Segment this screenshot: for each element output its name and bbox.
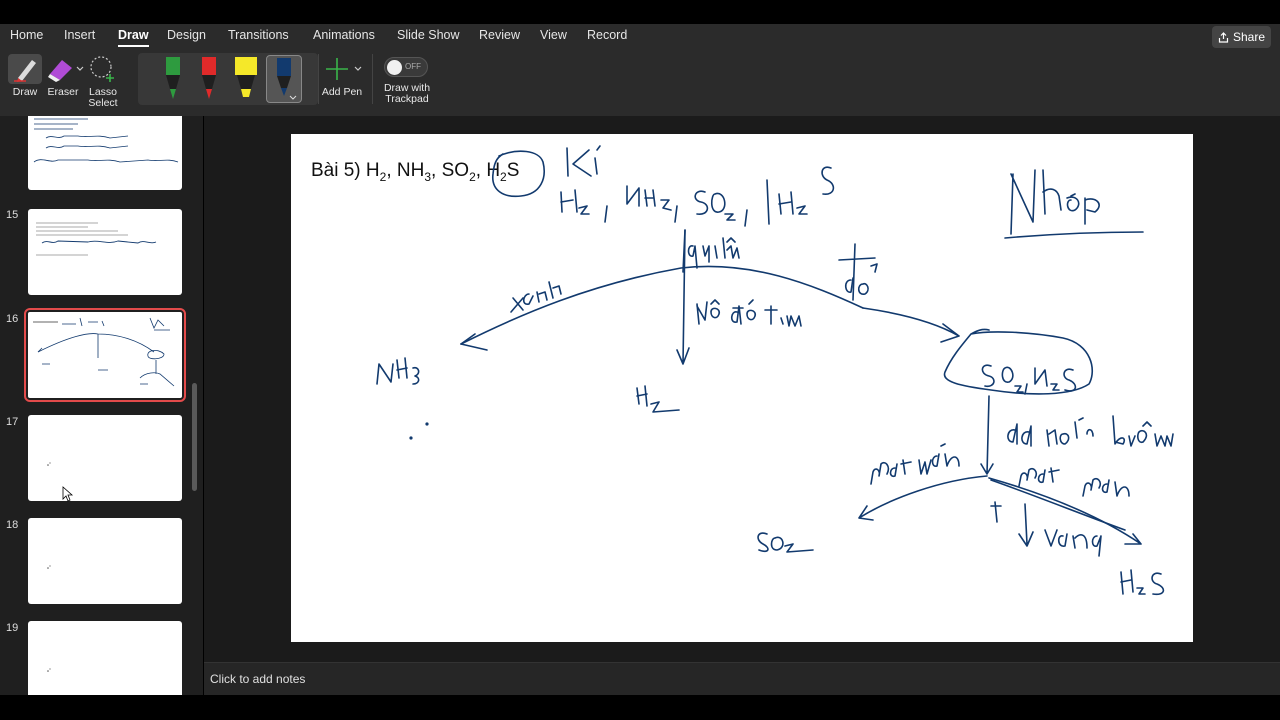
plus-icon [326, 58, 362, 80]
highlighter-icon [235, 57, 257, 97]
slide-thumbnail-15[interactable] [28, 209, 182, 295]
slide-thumbnail-18[interactable] [28, 518, 182, 604]
slide-thumbnail-19[interactable] [28, 621, 182, 695]
slide-thumbnail-17[interactable] [28, 415, 182, 501]
tab-transitions[interactable]: Transitions [228, 28, 289, 42]
add-pen-label: Add Pen [321, 86, 363, 98]
tab-insert[interactable]: Insert [64, 28, 95, 42]
eraser-icon [48, 60, 84, 82]
slide-thumbnail-ink [47, 462, 51, 466]
slides-panel: 15 16 17 18 19 [0, 116, 203, 695]
toggle-knob [387, 60, 402, 75]
slide-thumbnail-ink [36, 222, 157, 256]
slide-canvas[interactable]: Bài 5) H2, NH3, SO2, H2S [291, 134, 1193, 642]
share-icon [1218, 31, 1229, 43]
tab-record[interactable]: Record [587, 28, 627, 42]
slide-thumbnail-ink [47, 565, 51, 569]
tab-review[interactable]: Review [479, 28, 520, 42]
notes-placeholder: Click to add notes [210, 672, 306, 686]
slide-number: 16 [6, 313, 19, 325]
lasso-icon [90, 56, 114, 82]
slide-number: 15 [6, 209, 19, 221]
draw-tool-label: Draw [12, 86, 38, 98]
red-pen-icon [202, 57, 216, 99]
bottom-bar [0, 695, 1280, 720]
pen-gallery [138, 53, 318, 105]
mouse-pointer-icon [62, 486, 74, 502]
pen-icon [14, 60, 36, 82]
tab-draw[interactable]: Draw [118, 28, 149, 47]
trackpad-toggle[interactable]: OFF [384, 57, 428, 77]
lasso-label: Lasso Select [88, 86, 118, 109]
ribbon-tabs: Home Insert Draw Design Transitions Anim… [0, 24, 1280, 47]
slide-thumbnail-16[interactable] [24, 308, 186, 402]
green-pen-icon [166, 57, 180, 99]
divider [372, 54, 373, 104]
slide-number: 18 [6, 519, 19, 531]
green-pen-button[interactable] [159, 55, 187, 103]
panel-scrollbar[interactable] [192, 383, 197, 491]
tab-view[interactable]: View [540, 28, 567, 42]
slide-number: 19 [6, 622, 19, 634]
lasso-select-button[interactable] [88, 54, 118, 84]
slide-thumbnail-ink [33, 317, 175, 387]
tab-home[interactable]: Home [10, 28, 43, 42]
eraser-button[interactable] [46, 54, 86, 84]
handwriting-ink [376, 145, 1174, 596]
toggle-state-label: OFF [405, 62, 421, 71]
slide-thumbnail-ink [33, 118, 179, 163]
navy-pen-button[interactable] [266, 55, 302, 103]
eraser-label: Eraser [47, 86, 79, 98]
ribbon: Home Insert Draw Design Transitions Anim… [0, 24, 1280, 116]
yellow-highlighter-button[interactable] [232, 55, 260, 103]
notes-pane[interactable]: Click to add notes [204, 662, 1280, 695]
top-bar [0, 0, 1280, 24]
add-pen-button[interactable] [322, 54, 362, 84]
navy-pen-icon [277, 58, 297, 100]
share-button[interactable]: Share [1212, 26, 1271, 48]
tab-design[interactable]: Design [167, 28, 206, 42]
share-label: Share [1232, 30, 1266, 44]
red-pen-button[interactable] [195, 55, 223, 103]
trackpad-label: Draw with Trackpad [383, 82, 431, 105]
slide-thumbnail-ink [47, 668, 51, 672]
slide-thumbnail-14[interactable] [28, 116, 182, 190]
tab-animations[interactable]: Animations [313, 28, 375, 42]
draw-tool-button[interactable] [8, 54, 42, 84]
slide-number: 17 [6, 416, 19, 428]
tab-slide-show[interactable]: Slide Show [397, 28, 460, 42]
